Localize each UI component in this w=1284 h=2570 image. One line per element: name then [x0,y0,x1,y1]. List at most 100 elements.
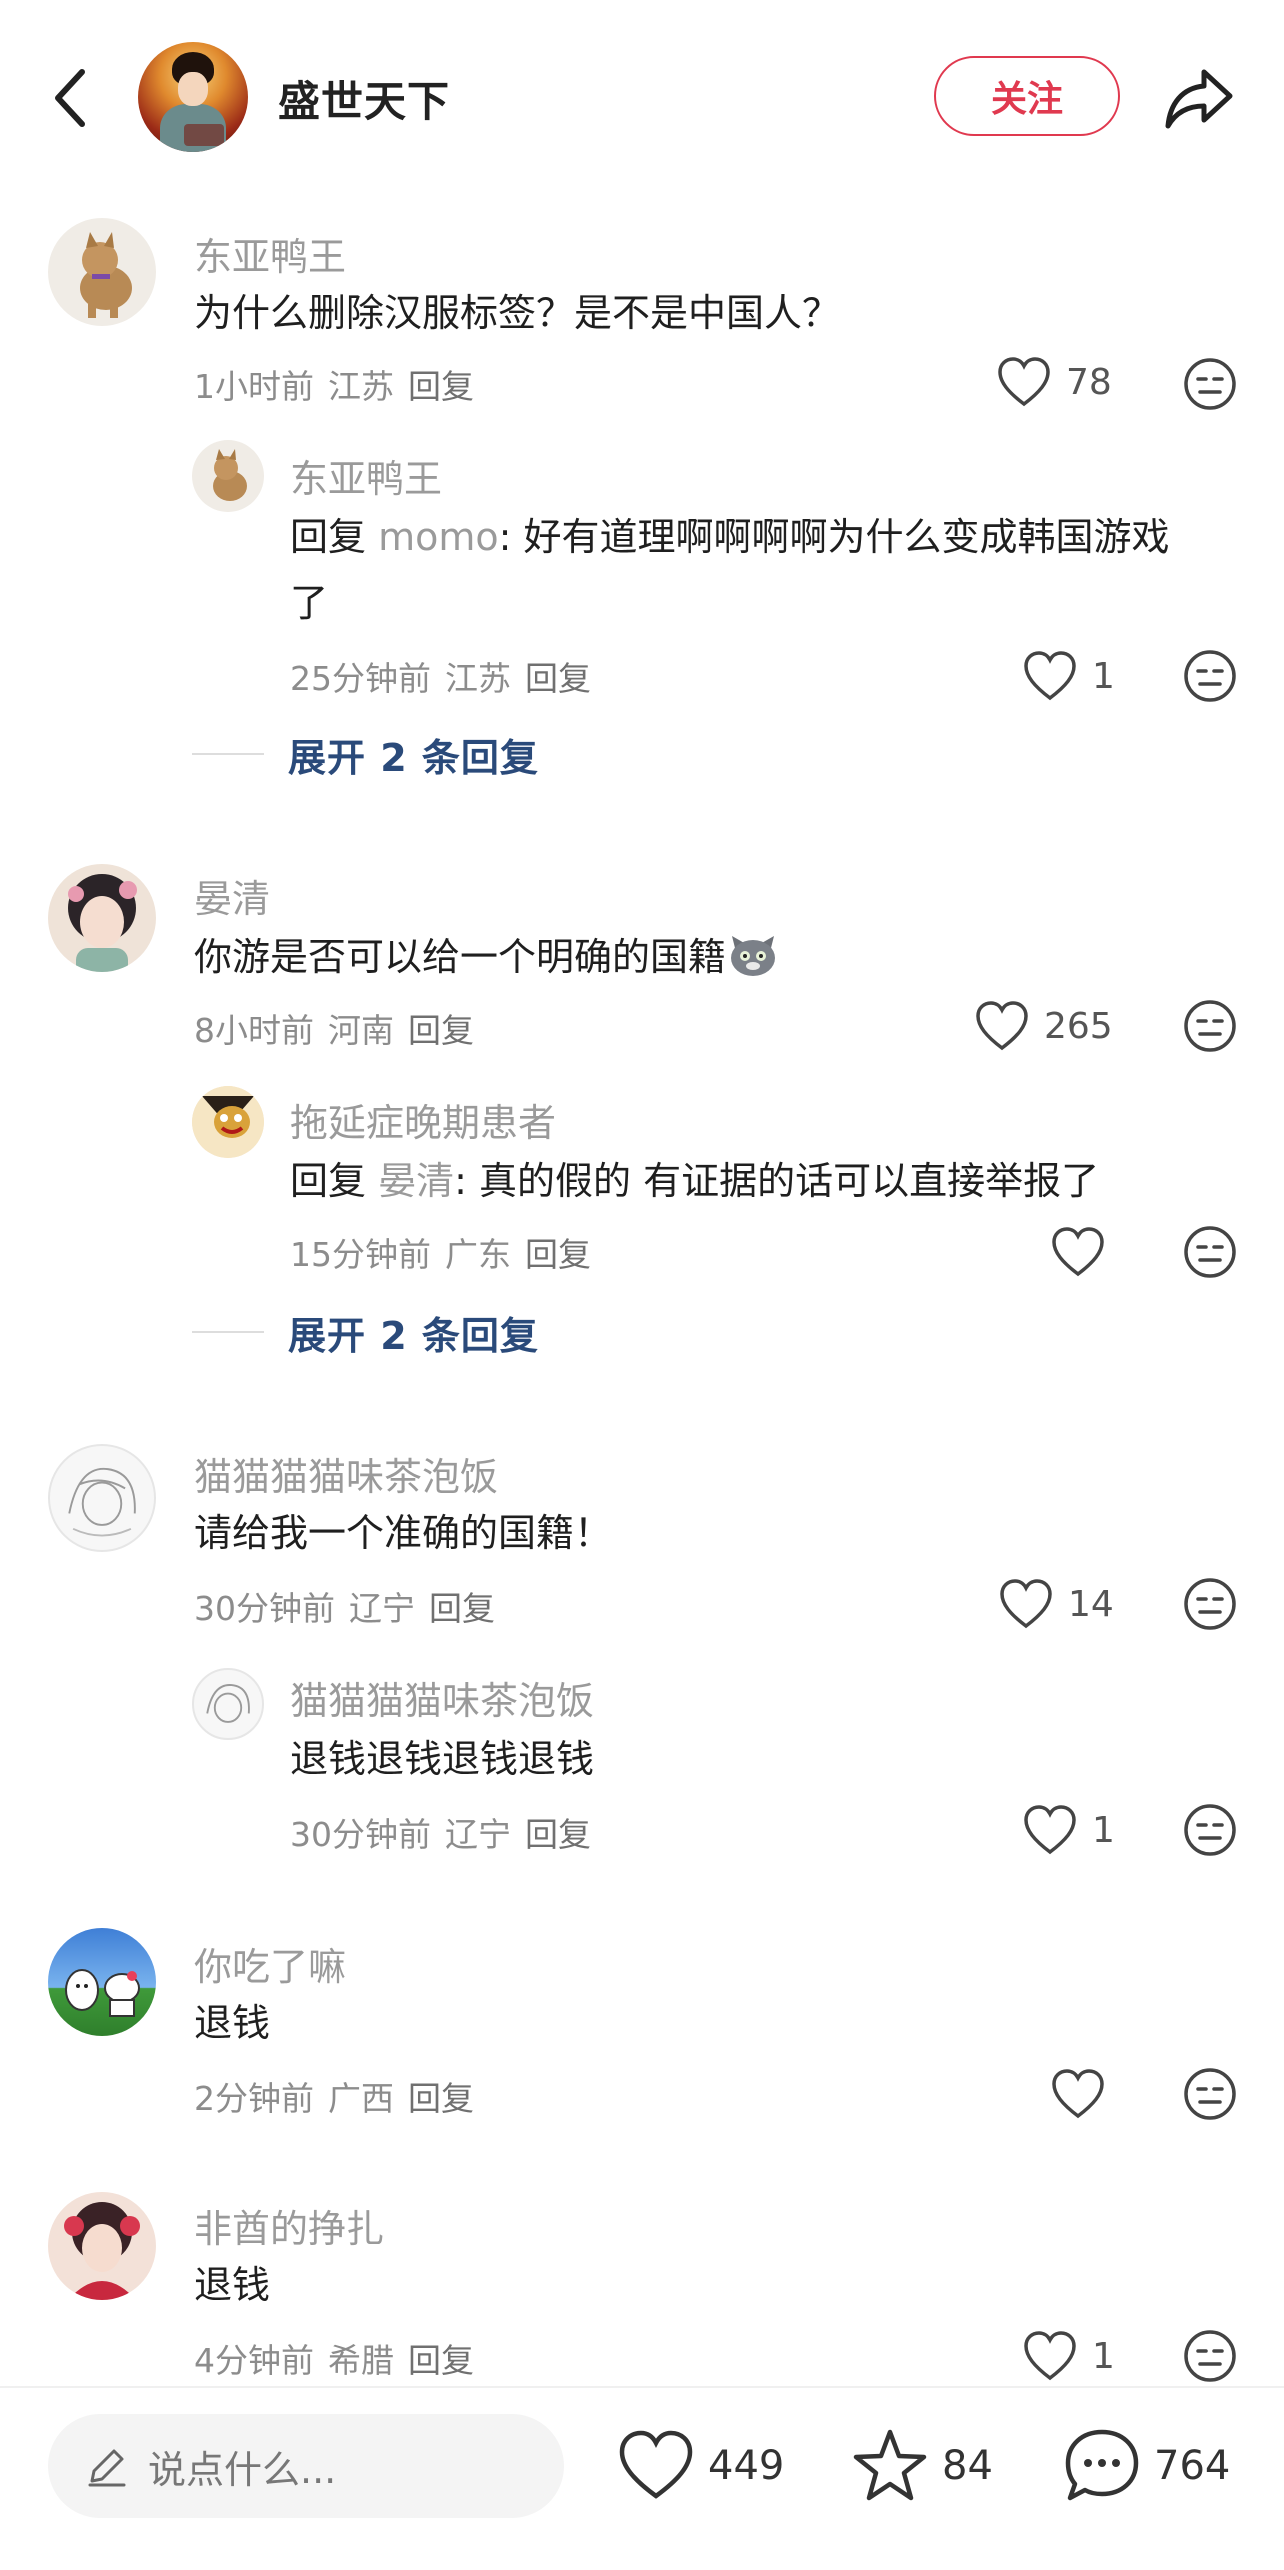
dislike-face-icon[interactable] [1182,2066,1238,2122]
comment-text[interactable]: 请给我一个准确的国籍！ [194,1500,612,1566]
comment-meta: 8小时前 河南 回复 [194,1004,488,1052]
dislike-face-icon[interactable] [1182,998,1238,1054]
like-count: 1 [1092,2335,1115,2377]
star-icon [853,2429,927,2501]
heart-icon [1000,1579,1052,1629]
heart-icon [619,2430,693,2499]
reply-meta: 30分钟前 辽宁 回复 [290,1808,605,1856]
reply-avatar[interactable] [192,1668,264,1740]
user-avatar[interactable] [48,1928,156,2036]
post-favorite-count: 84 [942,2443,993,2489]
reply-text[interactable]: 回复 momo: 好有道理啊啊啊啊为什么变成韩国游戏 [290,504,1170,570]
author-name[interactable]: 盛世天下 [278,68,450,129]
expand-replies-button[interactable]: 展开 2 条回复 [192,724,539,784]
comment-meta: 2分钟前 广西 回复 [194,2072,488,2120]
comment-time: 30分钟前 [194,1589,335,1628]
heart-icon [1052,2069,1104,2119]
reply-link[interactable]: 回复 [408,2341,474,2380]
share-arrow-icon[interactable] [1162,62,1236,134]
like-button[interactable]: 1 [1022,1800,1115,1860]
dislike-face-icon[interactable] [1182,1224,1238,1280]
comment-text[interactable]: 你游是否可以给一个明确的国籍 [194,924,780,990]
comment-meta: 30分钟前 辽宁 回复 [194,1582,509,1630]
chevron-left-icon[interactable] [44,62,100,134]
mention[interactable]: momo [378,515,499,559]
comment-text[interactable]: 为什么删除汉服标签？是不是中国人？ [194,280,840,346]
like-count: 14 [1068,1583,1114,1625]
comment-post-button[interactable]: 764 [1062,2424,1230,2508]
like-button[interactable]: 265 [974,996,1113,1056]
user-avatar[interactable] [48,864,156,972]
user-avatar[interactable] [48,2192,156,2300]
like-count: 1 [1092,1809,1115,1851]
expand-replies-button[interactable]: 展开 2 条回复 [192,1302,539,1362]
reply-meta: 25分钟前 江苏 回复 [290,652,605,700]
comment-text[interactable]: 退钱 [194,2252,270,2318]
bottom-action-bar: 说点什么... 449 84 764 [0,2386,1284,2570]
user-avatar[interactable] [48,218,156,326]
like-button[interactable] [1050,1222,1120,1282]
like-button[interactable]: 14 [998,1574,1114,1634]
comment-text[interactable]: 退钱 [194,1990,270,2056]
heart-icon [1024,2331,1076,2381]
reply-link[interactable]: 回复 [429,1589,495,1628]
comment-username[interactable]: 你吃了嘛 [194,1936,346,1991]
reply-username[interactable]: 拖延症晚期患者 [290,1092,556,1147]
reply-time: 25分钟前 [290,659,431,698]
reply-text[interactable]: 退钱退钱退钱退钱 [290,1726,594,1792]
like-button[interactable]: 1 [1022,2326,1115,2386]
like-count: 78 [1066,361,1112,403]
dislike-face-icon[interactable] [1182,2328,1238,2384]
reply-link[interactable]: 回复 [525,1235,591,1274]
comment-username[interactable]: 东亚鸭王 [194,226,346,281]
comment-username[interactable]: 非酋的挣扎 [194,2198,384,2253]
user-avatar[interactable] [48,1444,156,1552]
comment-location: 广西 [328,2079,394,2118]
reply-time: 15分钟前 [290,1235,431,1274]
reply-time: 30分钟前 [290,1815,431,1854]
favorite-post-button[interactable]: 84 [850,2424,993,2508]
top-nav-bar: 盛世天下 关注 [0,0,1284,200]
reply-link[interactable]: 回复 [408,1011,474,1050]
reply-link[interactable]: 回复 [525,659,591,698]
comment-time: 1小时前 [194,367,314,406]
like-button[interactable]: 1 [1022,646,1115,706]
reply-link[interactable]: 回复 [525,1815,591,1854]
dislike-face-icon[interactable] [1182,1576,1238,1632]
heart-icon [1024,1805,1076,1855]
comment-location: 河南 [328,1011,394,1050]
comment-username[interactable]: 猫猫猫猫味茶泡饭 [194,1446,498,1501]
reply-avatar[interactable] [192,440,264,512]
comment-time: 2分钟前 [194,2079,314,2118]
mention[interactable]: 晏清 [378,1159,454,1203]
comment-location: 江苏 [328,367,394,406]
dislike-face-icon[interactable] [1182,648,1238,704]
reply-link[interactable]: 回复 [408,367,474,406]
comment-location: 希腊 [328,2341,394,2380]
reply-avatar[interactable] [192,1086,264,1158]
like-button[interactable]: 78 [996,352,1112,412]
dislike-face-icon[interactable] [1182,1802,1238,1858]
speech-bubble-icon [1065,2429,1139,2501]
like-button[interactable] [1050,2064,1120,2124]
comment-input[interactable]: 说点什么... [48,2414,564,2518]
like-count: 1 [1092,655,1115,697]
reply-text[interactable]: 回复 晏清: 真的假的 有证据的话可以直接举报了 [290,1148,1099,1214]
reply-location: 辽宁 [445,1815,511,1854]
comment-input-placeholder: 说点什么... [148,2447,337,2492]
comment-meta: 1小时前 江苏 回复 [194,360,488,408]
reply-username[interactable]: 猫猫猫猫味茶泡饭 [290,1670,594,1725]
comment-time: 4分钟前 [194,2341,314,2380]
reply-link[interactable]: 回复 [408,2079,474,2118]
author-avatar[interactable] [138,42,248,152]
reply-username[interactable]: 东亚鸭王 [290,448,442,503]
cat-face-emoji-icon [731,936,776,976]
follow-button[interactable]: 关注 [934,56,1120,136]
heart-icon [998,357,1050,407]
like-count: 265 [1044,1005,1113,1047]
dislike-face-icon[interactable] [1182,356,1238,412]
comment-meta: 4分钟前 希腊 回复 [194,2334,488,2382]
comment-username[interactable]: 晏清 [194,868,270,923]
heart-icon [1052,1227,1104,1277]
like-post-button[interactable]: 449 [616,2424,784,2508]
